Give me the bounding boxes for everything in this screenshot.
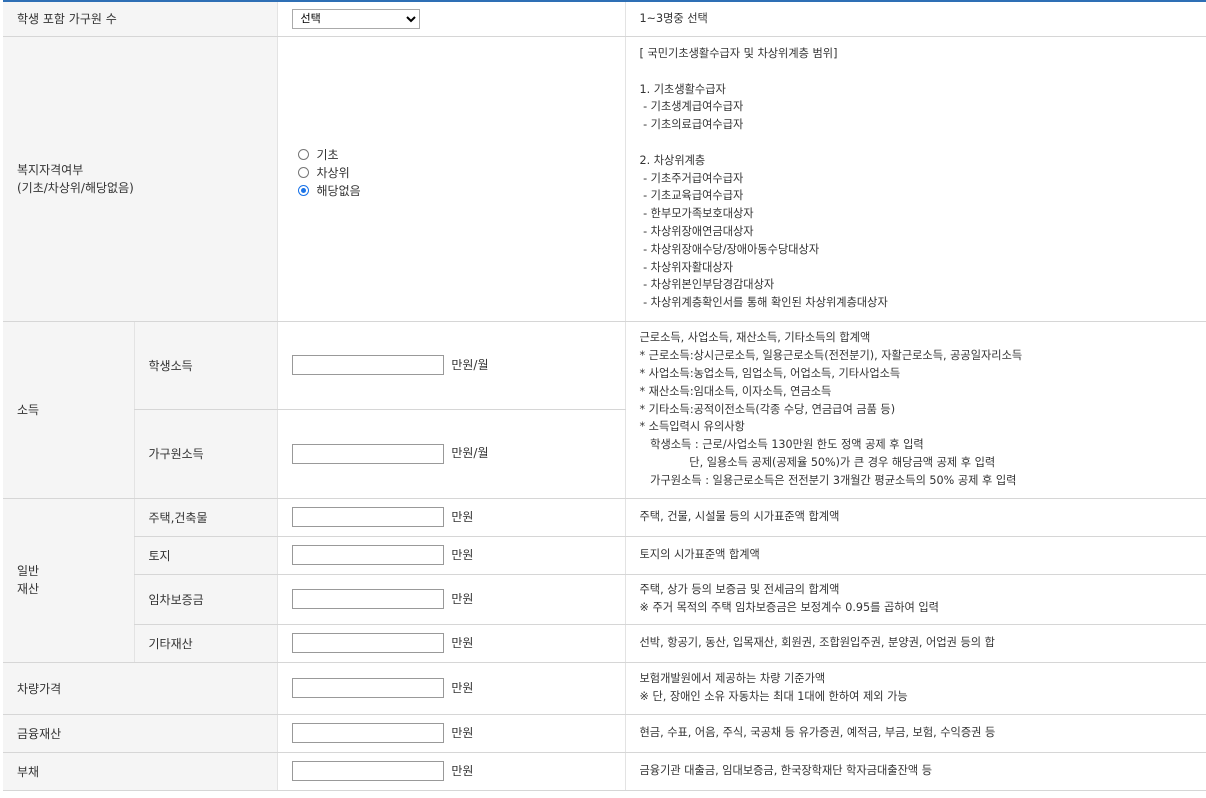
property-row: 토지 만원 토지의 시가표준액 합계액 [3, 536, 1206, 575]
property-deposit-desc: 주택, 상가 등의 보증금 및 전세금의 합계액 [639, 583, 840, 597]
welfare-label-line1: 복지자격여부 [17, 162, 84, 177]
income-desc-line: 가구원소득 : 일용근로소득은 전전분기 3개월간 평균소득의 50% 공제 후… [639, 473, 1017, 487]
income-desc-line: * 재산소득:임대소득, 이자소득, 연금소득 [639, 384, 832, 398]
welfare-row: 복지자격여부 (기초/차상위/해당없음) 기초차상위해당없음 [ 국민기초생활수… [3, 36, 1206, 322]
property-other-label: 기타재산 [133, 624, 278, 663]
welfare-desc-line: 2. 차상위계층 [639, 153, 706, 167]
finance-label: 금융재산 [3, 714, 278, 753]
property-label-line1: 일반 [17, 564, 40, 578]
income-household-label: 가구원소득 [133, 409, 278, 499]
property-land-label: 토지 [133, 536, 278, 575]
welfare-option-label: 차상위 [316, 166, 350, 180]
income-desc-line: 학생소득 : 근로/사업소득 130만원 한도 정액 공제 후 입력 [639, 438, 924, 452]
income-desc-line: * 근로소득:상시근로소득, 일용근로소득(전전분기), 자활근로소득, 공공일… [639, 349, 1023, 363]
household-desc: 1~3명중 선택 [624, 1, 1206, 37]
income-desc: 근로소득, 사업소득, 재산소득, 기타소득의 합계액 * 근로소득:상시근로소득… [640, 329, 1206, 489]
property-deposit-input[interactable] [291, 589, 444, 609]
income-desc-line: 단, 일용소득 공제(공제율 50%)가 큰 경우 해당금액 공제 후 입력 [639, 455, 996, 469]
debt-desc: 금융기관 대출금, 임대보증금, 한국장학재단 학자금대출잔액 등 [624, 752, 1206, 791]
property-house-desc: 주택, 건물, 시설물 등의 시가표준액 합계액 [639, 510, 840, 524]
property-row: 임차보증금 만원 주택, 상가 등의 보증금 및 전세금의 합계액 ※ 주거 목… [3, 574, 1206, 625]
welfare-desc: [ 국민기초생활수급자 및 차상위계층 범위] 1. 기초생활수급자 - 기초생계… [640, 41, 1206, 316]
debt-unit: 만원 [451, 763, 474, 778]
welfare-desc-line: - 차상위장애수당/장애아동수당대상자 [639, 242, 820, 256]
property-row: 기타재산 만원 선박, 항공기, 동산, 입목재산, 회원권, 조합원입주권, … [3, 624, 1206, 663]
welfare-desc-line [640, 63, 1206, 81]
welfare-desc-line: - 기초생계급여수급자 [639, 100, 744, 114]
finance-input[interactable] [291, 723, 444, 743]
property-land-input[interactable] [291, 545, 444, 565]
property-label-line2: 재산 [17, 582, 40, 596]
welfare-desc-line: - 차상위장애연금대상자 [639, 224, 754, 238]
vehicle-input[interactable] [291, 678, 444, 698]
finance-unit: 만원 [451, 725, 474, 740]
welfare-desc-line: - 한부모가족보호대상자 [639, 207, 754, 221]
income-household-input[interactable] [291, 443, 444, 464]
property-house-label: 주택,건축물 [133, 498, 278, 537]
welfare-option-label: 기초 [316, 148, 339, 162]
vehicle-unit: 만원 [451, 680, 474, 695]
income-desc-line: * 소득입력시 유의사항 [639, 420, 745, 434]
debt-input[interactable] [291, 761, 444, 781]
property-deposit-unit: 만원 [451, 591, 474, 606]
finance-row: 금융재산 만원 현금, 수표, 어음, 주식, 국공채 등 유가증권, 예적금,… [3, 714, 1206, 753]
calculator-form: 학생 포함 가구원 수 선택 1~3명중 선택 복지자격여부 (기초/차상위/해… [3, 0, 1206, 791]
property-other-desc: 선박, 항공기, 동산, 입목재산, 회원권, 조합원입주권, 분양권, 어업권… [639, 636, 995, 650]
welfare-desc-line: - 기초주거급여수급자 [639, 171, 744, 185]
welfare-option[interactable]: 해당없음 [292, 182, 625, 200]
income-desc-line: 근로소득, 사업소득, 재산소득, 기타소득의 합계액 [639, 331, 871, 345]
income-desc-line: * 기타소득:공적이전소득(각종 수당, 연금급여 금품 등) [639, 402, 896, 416]
vehicle-row: 차량가격 만원 보험개발원에서 제공하는 차량 기준가액 ※ 단, 장애인 소유… [3, 662, 1206, 715]
welfare-label-line2: (기초/차상위/해당없음) [17, 180, 134, 195]
income-label: 소득 [3, 321, 134, 499]
income-desc-line: * 사업소득:농업소득, 임업소득, 어업소득, 기타사업소득 [639, 367, 901, 380]
property-deposit-note: ※ 주거 목적의 주택 임차보증금은 보정계수 0.95를 곱하여 입력 [639, 601, 939, 614]
property-land-unit: 만원 [451, 547, 474, 562]
household-row: 학생 포함 가구원 수 선택 1~3명중 선택 [3, 1, 1206, 37]
debt-row: 부채 만원 금융기관 대출금, 임대보증금, 한국장학재단 학자금대출잔액 등 [3, 752, 1206, 791]
property-house-input[interactable] [291, 507, 444, 527]
income-student-input[interactable] [291, 355, 444, 375]
welfare-radio[interactable] [297, 185, 309, 196]
property-other-input[interactable] [291, 633, 444, 653]
household-label: 학생 포함 가구원 수 [3, 1, 278, 37]
vehicle-label: 차량가격 [3, 662, 278, 715]
property-other-unit: 만원 [451, 635, 474, 650]
property-house-unit: 만원 [451, 509, 474, 524]
welfare-desc-line: - 차상위본인부담경감대상자 [639, 278, 775, 292]
vehicle-desc: 보험개발원에서 제공하는 차량 기준가액 [639, 672, 826, 686]
welfare-desc-line: [ 국민기초생활수급자 및 차상위계층 범위] [639, 47, 838, 61]
income-household-unit: 만원/월 [451, 446, 489, 460]
property-row: 일반 재산 주택,건축물 만원 주택, 건물, 시설물 등의 시가표준액 합계액 [3, 498, 1206, 663]
income-student-row: 소득 학생소득 만원/월 근로소득, 사업소득, 재산소득, 기타소득의 합계액… [3, 321, 1206, 499]
property-deposit-label: 임차보증금 [133, 574, 278, 625]
finance-desc: 현금, 수표, 어음, 주식, 국공채 등 유가증권, 예적금, 부금, 보험,… [624, 714, 1206, 753]
welfare-desc-line: 1. 기초생활수급자 [639, 82, 726, 96]
welfare-desc-line [640, 134, 1206, 152]
income-student-unit: 만원/월 [451, 357, 489, 372]
welfare-desc-line: - 차상위계층확인서를 통해 확인된 차상위계층대상자 [639, 296, 888, 310]
welfare-radio[interactable] [297, 167, 309, 178]
welfare-option-label: 해당없음 [316, 184, 361, 198]
vehicle-note: ※ 단, 장애인 소유 자동차는 최대 1대에 한하여 제외 가능 [639, 690, 908, 703]
welfare-option[interactable]: 기초 [292, 146, 625, 164]
welfare-option[interactable]: 차상위 [292, 164, 625, 182]
welfare-desc-line: - 기초의료급여수급자 [639, 118, 744, 132]
income-student-label: 학생소득 [133, 321, 278, 410]
welfare-radio[interactable] [297, 149, 309, 160]
debt-label: 부채 [3, 752, 278, 791]
welfare-radio-group: 기초차상위해당없음 [292, 146, 625, 200]
property-land-desc: 토지의 시가표준액 합계액 [639, 548, 760, 562]
household-select[interactable]: 선택 [291, 8, 420, 29]
welfare-desc-line: - 기초교육급여수급자 [639, 189, 744, 203]
welfare-desc-line: - 차상위자활대상자 [639, 260, 734, 274]
